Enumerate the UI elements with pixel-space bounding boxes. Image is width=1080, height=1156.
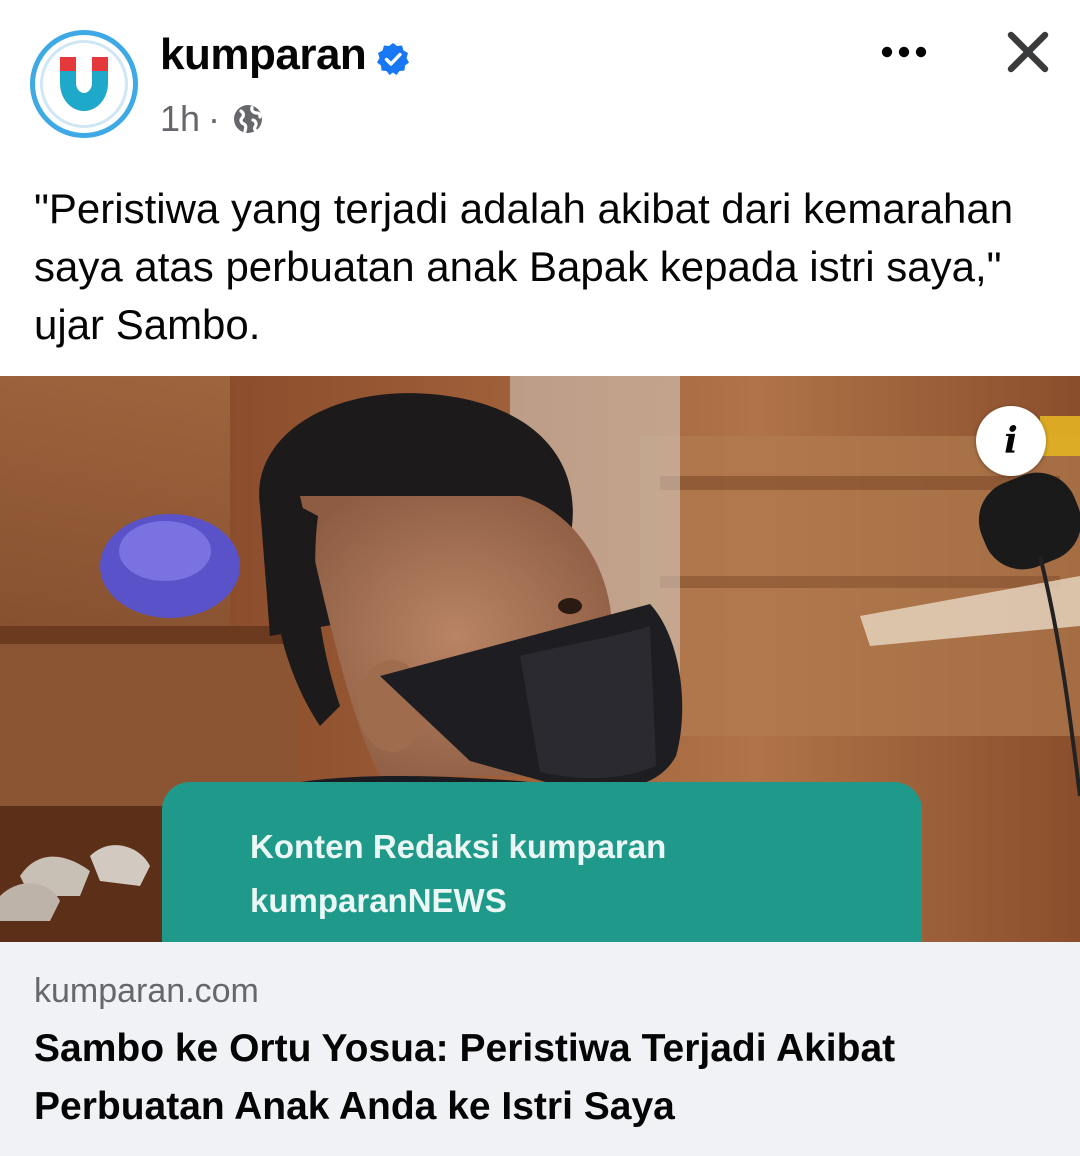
verified-badge-icon bbox=[377, 43, 409, 75]
page-avatar[interactable] bbox=[30, 30, 138, 138]
post-timestamp[interactable]: 1h bbox=[160, 98, 200, 140]
facebook-post: kumparan 1h · "Peristiwa yang terjadi ad… bbox=[0, 0, 1080, 1156]
link-domain: kumparan.com bbox=[34, 972, 259, 1010]
close-button[interactable] bbox=[998, 22, 1058, 82]
close-icon bbox=[1007, 31, 1049, 73]
more-options-button[interactable] bbox=[872, 30, 936, 74]
banner-source: kumparanNEWS bbox=[250, 882, 507, 919]
info-button[interactable]: i bbox=[976, 406, 1046, 476]
post-header: kumparan 1h · bbox=[0, 0, 1080, 150]
post-caption: "Peristiwa yang terjadi adalah akibat da… bbox=[34, 185, 1014, 348]
more-options-icon bbox=[881, 46, 927, 58]
meta-separator: · bbox=[208, 98, 221, 139]
page-name[interactable]: kumparan bbox=[160, 30, 367, 80]
globe-icon bbox=[234, 105, 263, 133]
banner-label: Konten Redaksi kumparan bbox=[250, 828, 667, 865]
kumparan-logo-icon bbox=[40, 40, 128, 128]
post-meta: 1h · bbox=[160, 98, 264, 140]
link-title[interactable]: Sambo ke Ortu Yosua: Peristiwa Terjadi A… bbox=[34, 1020, 1044, 1136]
